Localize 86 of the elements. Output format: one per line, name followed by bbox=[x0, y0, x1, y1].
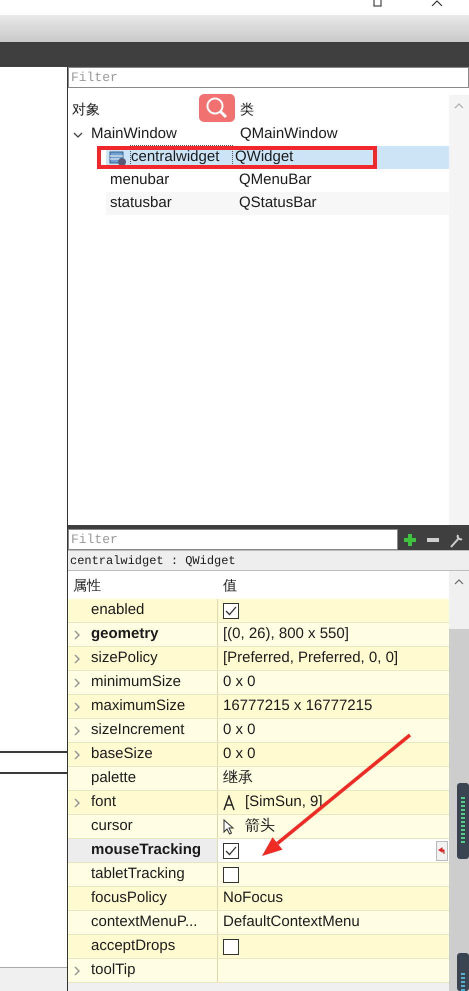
property-name: enabled bbox=[91, 600, 144, 620]
property-name: maximumSize bbox=[91, 696, 186, 716]
class-name: QWidget bbox=[234, 147, 294, 168]
reset-button[interactable] bbox=[436, 840, 448, 860]
object-name: MainWindow bbox=[91, 124, 178, 144]
property-row[interactable]: baseSize 0 x 0 bbox=[68, 743, 449, 767]
object-label: centralwidget : QWidget bbox=[68, 550, 469, 571]
status-bar bbox=[0, 967, 67, 991]
chevron-right-icon[interactable] bbox=[73, 678, 81, 688]
property-name: contextMenuP... bbox=[91, 912, 198, 932]
class-name: QMenuBar bbox=[238, 170, 312, 190]
chevron-right-icon[interactable] bbox=[73, 654, 81, 664]
cursor-icon bbox=[223, 818, 235, 834]
checkbox[interactable] bbox=[223, 602, 239, 618]
property-row[interactable]: mouseTracking bbox=[68, 839, 449, 863]
object-name: statusbar bbox=[110, 193, 173, 214]
scrollbar[interactable] bbox=[449, 95, 469, 525]
font-icon bbox=[223, 794, 235, 810]
widget-icon bbox=[109, 150, 127, 166]
chevron-right-icon[interactable] bbox=[73, 702, 81, 712]
undo-icon bbox=[438, 846, 446, 854]
meter-icon bbox=[457, 953, 469, 991]
property-value: 继承 bbox=[223, 768, 253, 788]
class-name: QStatusBar bbox=[238, 193, 317, 214]
property-name: sizePolicy bbox=[91, 648, 158, 668]
property-row[interactable]: acceptDrops bbox=[68, 935, 449, 959]
property-name: geometry bbox=[91, 624, 159, 644]
object-name: menubar bbox=[110, 170, 170, 190]
chevron-right-icon[interactable] bbox=[73, 750, 81, 760]
filter-field[interactable]: Filter bbox=[68, 67, 469, 88]
property-value: DefaultContextMenu bbox=[223, 912, 360, 932]
tree-row[interactable]: statusbar QStatusBar bbox=[106, 192, 449, 215]
chevron-right-icon[interactable] bbox=[73, 630, 81, 640]
property-name: focusPolicy bbox=[91, 888, 167, 908]
property-value: 箭头 bbox=[245, 816, 275, 836]
property-row[interactable]: geometry [(0, 26), 800 x 550] bbox=[68, 623, 449, 647]
property-name: baseSize bbox=[91, 744, 153, 764]
column-header[interactable]: 属性 bbox=[68, 574, 218, 596]
property-row[interactable]: toolTip bbox=[68, 959, 449, 983]
close-icon[interactable] bbox=[431, 0, 444, 6]
property-name: palette bbox=[91, 768, 136, 788]
property-value: [Preferred, Preferred, 0, 0] bbox=[223, 648, 398, 668]
property-value: NoFocus bbox=[223, 888, 284, 908]
checkbox[interactable] bbox=[223, 866, 239, 882]
property-row[interactable]: sizePolicy [Preferred, Preferred, 0, 0] bbox=[68, 647, 449, 671]
meter-icon bbox=[457, 783, 469, 859]
column-header[interactable]: 类 bbox=[240, 98, 254, 120]
checkbox[interactable] bbox=[223, 842, 239, 858]
property-name: tabletTracking bbox=[91, 864, 185, 884]
chevron-right-icon[interactable] bbox=[73, 966, 81, 976]
search-button[interactable] bbox=[199, 94, 235, 122]
object-name: centralwidget bbox=[131, 146, 232, 169]
property-name: minimumSize bbox=[91, 672, 182, 692]
property-value: 16777215 x 16777215 bbox=[223, 696, 372, 716]
class-name: QMainWindow bbox=[239, 124, 338, 144]
chevron-right-icon[interactable] bbox=[73, 798, 81, 808]
property-name: cursor bbox=[91, 816, 133, 836]
column-header[interactable]: 对象 bbox=[72, 98, 100, 120]
search-icon bbox=[205, 96, 229, 120]
property-row[interactable]: tabletTracking bbox=[68, 863, 449, 887]
plus-icon[interactable] bbox=[402, 532, 418, 548]
column-header[interactable]: 值 bbox=[218, 574, 237, 596]
chevron-down-icon[interactable] bbox=[73, 130, 83, 138]
property-value: 0 x 0 bbox=[223, 720, 256, 740]
property-name: toolTip bbox=[91, 960, 136, 980]
property-row[interactable]: enabled bbox=[68, 599, 449, 623]
property-row[interactable]: maximumSize 16777215 x 16777215 bbox=[68, 695, 449, 719]
property-row[interactable]: cursor 箭头 bbox=[68, 815, 449, 839]
property-name: sizeIncrement bbox=[91, 720, 184, 740]
checkbox[interactable] bbox=[223, 938, 239, 954]
property-name: mouseTracking bbox=[91, 840, 202, 860]
property-row[interactable]: minimumSize 0 x 0 bbox=[68, 671, 449, 695]
restore-icon[interactable] bbox=[373, 0, 384, 7]
property-name: font bbox=[91, 792, 116, 812]
wrench-icon[interactable] bbox=[449, 532, 466, 548]
property-row[interactable]: sizeIncrement 0 x 0 bbox=[68, 719, 449, 743]
property-name: acceptDrops bbox=[91, 936, 176, 956]
scroll-up-icon[interactable] bbox=[454, 579, 464, 585]
chevron-right-icon[interactable] bbox=[73, 726, 81, 736]
property-value: 0 x 0 bbox=[223, 744, 256, 764]
property-row[interactable]: contextMenuP... DefaultContextMenu bbox=[68, 911, 449, 935]
property-row[interactable]: focusPolicy NoFocus bbox=[68, 887, 449, 911]
property-value: [(0, 26), 800 x 550] bbox=[223, 624, 349, 644]
property-row[interactable]: palette 继承 bbox=[68, 767, 449, 791]
property-value: 0 x 0 bbox=[223, 672, 256, 692]
filter-field[interactable]: Filter bbox=[68, 529, 398, 550]
